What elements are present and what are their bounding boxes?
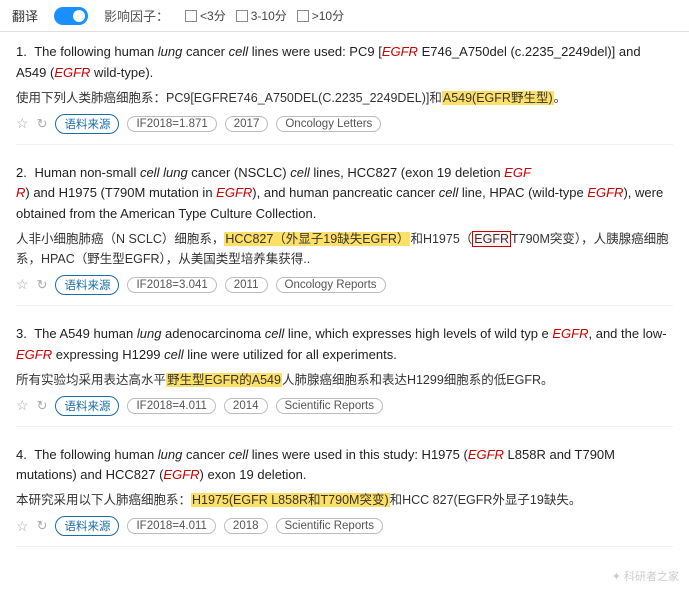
cell-3: cell [265,326,285,341]
result-3-chinese: 所有实验均采用表达高水平野生型EGFR的A549人肺腺癌细胞系和表达H1299细… [16,370,673,390]
lung-2: lung [163,165,188,180]
result-2-chinese: 人非小细胞肺癌（N SCLC）细胞系，HCC827（外显子19缺失EGFR）和H… [16,229,673,269]
journal-tag-4: Scientific Reports [276,518,383,534]
if-tag-4: IF2018=4.011 [127,518,215,534]
star-4[interactable]: ☆ [16,518,29,535]
checkbox-gt10[interactable] [297,10,309,22]
cell-4: cell [229,447,249,462]
result-1-english: 1. The following human lung cancer cell … [16,42,673,84]
result-4-chinese: 本研究采用以下人肺癌细胞系：H1975(EGFR L858R和T790M突变)和… [16,490,673,510]
translate-toggle[interactable] [54,7,88,25]
result-item-2: 2. Human non-small cell lung cancer (NSC… [16,163,673,306]
if-tag-3: IF2018=4.011 [127,398,215,414]
filter-3-10-label: 3-10分 [251,7,287,24]
egfr-2c: EGFR [587,185,623,200]
year-tag-1: 2017 [225,116,269,132]
result-2-english: 2. Human non-small cell lung cancer (NSC… [16,163,673,225]
filter-lt3[interactable]: <3分 [185,7,226,24]
egfr-4a: EGFR [468,447,504,462]
refresh-3[interactable]: ↻ [37,398,48,414]
highlight-3: 野生型EGFR的A549 [166,373,282,387]
result-2-number: 2. [16,165,27,180]
year-tag-4: 2018 [224,518,268,534]
filter-label: 影响因子： [104,6,169,25]
result-4-english: 4. The following human lung cancer cell … [16,445,673,487]
source-tag-2[interactable]: 语料来源 [55,275,119,295]
journal-tag-2: Oncology Reports [276,277,386,293]
result-2-meta: ☆ ↻ 语料来源 IF2018=3.041 2011 Oncology Repo… [16,275,673,295]
lung-1: lung [158,44,183,59]
result-item-1: 1. The following human lung cancer cell … [16,42,673,145]
egfr-1b: EGFR [54,65,90,80]
if-tag-2: IF2018=3.041 [127,277,216,293]
if-tag-1: IF2018=1.871 [127,116,216,132]
star-1[interactable]: ☆ [16,115,29,132]
cell-2: cell [140,165,160,180]
filter-gt10[interactable]: >10分 [297,7,344,24]
result-item-4: 4. The following human lung cancer cell … [16,445,673,548]
result-1-chinese: 使用下列人类肺癌细胞系：PC9[EGFRE746_A750DEL(C.2235_… [16,88,673,108]
egfr-4b: EGFR [163,467,199,482]
top-bar: 翻译 影响因子： <3分 3-10分 >10分 [0,0,689,32]
filter-group: <3分 3-10分 >10分 [185,7,344,24]
checkbox-lt3[interactable] [185,10,197,22]
result-3-number: 3. [16,326,27,341]
refresh-4[interactable]: ↻ [37,518,48,534]
source-tag-4[interactable]: 语料来源 [55,516,119,536]
source-tag-1[interactable]: 语料来源 [55,114,119,134]
result-4-number: 4. [16,447,27,462]
journal-tag-1: Oncology Letters [276,116,381,132]
refresh-2[interactable]: ↻ [37,277,48,293]
highlight-1: A549(EGFR野生型) [442,91,554,105]
highlight-2b: EGFR [472,231,511,247]
lung-3: lung [137,326,162,341]
translate-label: 翻译 [12,6,38,25]
result-3-meta: ☆ ↻ 语料来源 IF2018=4.011 2014 Scientific Re… [16,396,673,416]
results-container: 1. The following human lung cancer cell … [0,32,689,575]
result-item-3: 3. The A549 human lung adenocarcinoma ce… [16,324,673,427]
egfr-2b: EGFR [216,185,252,200]
filter-gt10-label: >10分 [312,7,344,24]
refresh-1[interactable]: ↻ [37,116,48,132]
result-1-number: 1. [16,44,27,59]
egfr-3b: EGFR [16,347,52,362]
result-3-english: 3. The A549 human lung adenocarcinoma ce… [16,324,673,366]
star-3[interactable]: ☆ [16,397,29,414]
year-tag-2: 2011 [225,277,268,293]
year-tag-3: 2014 [224,398,268,414]
journal-tag-3: Scientific Reports [276,398,383,414]
filter-lt3-label: <3分 [200,7,226,24]
source-tag-3[interactable]: 语料来源 [55,396,119,416]
egfr-1a: EGFR [382,44,418,59]
egfr-3a: EGFR [552,326,588,341]
filter-3-10[interactable]: 3-10分 [236,7,287,24]
checkbox-3-10[interactable] [236,10,248,22]
result-4-meta: ☆ ↻ 语料来源 IF2018=4.011 2018 Scientific Re… [16,516,673,536]
result-1-meta: ☆ ↻ 语料来源 IF2018=1.871 2017 Oncology Lett… [16,114,673,134]
cell-2b: cell [290,165,310,180]
cell-1: cell [229,44,249,59]
lung-4: lung [158,447,183,462]
star-2[interactable]: ☆ [16,276,29,293]
highlight-2a: HCC827（外显子19缺失EGFR） [224,232,410,246]
cell-3b: cell [164,347,184,362]
highlight-4: H1975(EGFR L858R和T790M突变) [191,493,390,507]
cell-2c: cell [439,185,459,200]
